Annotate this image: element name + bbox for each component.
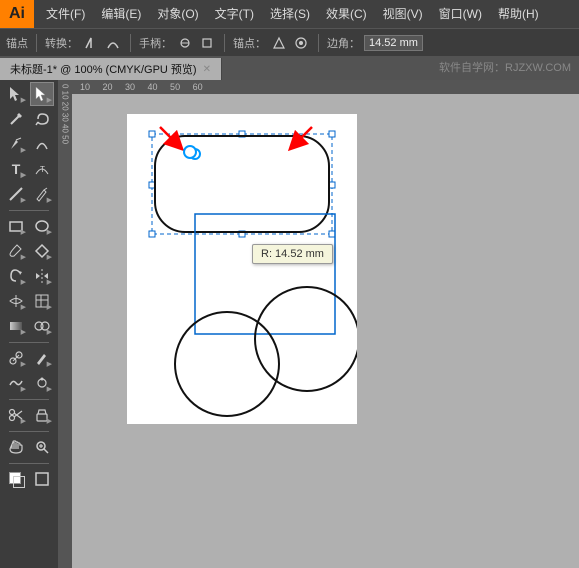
canvas-area: 0 10 20 30 40 50 60 0 10 20 30 40 50: [58, 80, 579, 568]
menu-view[interactable]: 视图(V): [375, 0, 431, 28]
tool-row-10: ▶ ▶: [0, 314, 58, 338]
toolbar-sep-1: [36, 34, 37, 52]
toolbar-convert-label: 转换：: [45, 35, 78, 51]
tool-row-fill: [0, 467, 58, 491]
menu-edit[interactable]: 编辑(E): [93, 0, 149, 28]
tool-row-8: ▶ ▶: [0, 264, 58, 288]
tab-label: 未标题-1* @ 100% (CMYK/GPU 预览): [10, 61, 197, 77]
shape-builder-tool[interactable]: ▶: [30, 314, 54, 338]
ellipse-tool[interactable]: ▶: [30, 214, 54, 238]
toolbar-corner-label: 边角：: [327, 35, 360, 51]
menu-object[interactable]: 对象(O): [149, 0, 206, 28]
toolbar-sep-3: [224, 34, 225, 52]
draw-mode-tool[interactable]: [30, 467, 54, 491]
vertical-ruler: 0 10 20 30 40 50: [58, 80, 72, 568]
tool-row-9: ▶ ▶: [0, 289, 58, 313]
type-tool[interactable]: T ▶: [4, 157, 28, 181]
toolbar-anchor-pt-label: 锚点：: [233, 35, 266, 51]
tool-row-14: [0, 435, 58, 459]
zoom-tool[interactable]: [30, 435, 54, 459]
red-arrow-topright: [287, 122, 317, 152]
blend-tool[interactable]: ▶: [4, 346, 28, 370]
live-paint-tool[interactable]: ▶: [30, 346, 54, 370]
tool-row-2: [0, 107, 58, 131]
menu-effect[interactable]: 效果(C): [318, 0, 375, 28]
line-tool[interactable]: ▶: [4, 182, 28, 206]
tool-sep-1: [9, 210, 49, 211]
radius-tooltip: R: 14.52 mm: [252, 244, 333, 264]
tool-row-4: T ▶ T: [0, 157, 58, 181]
toolbar-anchor-label: 锚点: [6, 35, 28, 51]
toolbar-handle-label: 手柄：: [139, 35, 172, 51]
anchor-icon-1[interactable]: [270, 34, 288, 52]
type-on-path-tool[interactable]: T: [30, 157, 54, 181]
tool-row-3: ▶: [0, 132, 58, 156]
width-tool[interactable]: ▶: [4, 289, 28, 313]
lasso-tool[interactable]: [30, 107, 54, 131]
pen-tool[interactable]: ▶: [4, 132, 28, 156]
scissors-tool[interactable]: ▶: [4, 403, 28, 427]
menubar: Ai 文件(F) 编辑(E) 对象(O) 文字(T) 选择(S) 效果(C) 视…: [0, 0, 579, 28]
canvas-surface[interactable]: R: 14.52 mm: [72, 94, 579, 568]
tool-row-5: ▶ ▶: [0, 182, 58, 206]
watermark: 软件自学网：RJZXW.COM: [439, 56, 579, 80]
rectangle-tool[interactable]: ▶: [4, 214, 28, 238]
toolbar: 锚点 转换： 手柄： 锚点： 边角： 14.52 mm: [0, 28, 579, 56]
menu-type[interactable]: 文字(T): [207, 0, 262, 28]
pencil-tool[interactable]: ▶: [30, 182, 54, 206]
corner-radius-value[interactable]: 14.52 mm: [364, 35, 423, 51]
handle-icon-2[interactable]: [198, 34, 216, 52]
toolbox: ▶ ▶ ▶ T: [0, 80, 58, 568]
tab-close-button[interactable]: ✕: [203, 64, 211, 75]
rotate-tool[interactable]: ▶: [4, 264, 28, 288]
direct-selection-tool[interactable]: ▶: [30, 82, 54, 106]
svg-text:T: T: [40, 165, 45, 174]
tool-row-12: ▶ ▶: [0, 371, 58, 395]
menu-window[interactable]: 窗口(W): [431, 0, 490, 28]
radius-value: R: 14.52 mm: [261, 248, 324, 260]
tool-row-7: ▶ ▶: [0, 239, 58, 263]
toolbar-sep-2: [130, 34, 131, 52]
fill-tool[interactable]: [4, 467, 28, 491]
convert-icon-2[interactable]: [104, 34, 122, 52]
mesh-tool[interactable]: ▶: [30, 289, 54, 313]
artwork-svg: [127, 114, 357, 424]
menu-help[interactable]: 帮助(H): [490, 0, 547, 28]
gradient-tool[interactable]: ▶: [4, 314, 28, 338]
selection-tool[interactable]: ▶: [4, 82, 28, 106]
shaper-tool[interactable]: ▶: [30, 239, 54, 263]
anchor-icon-2[interactable]: [292, 34, 310, 52]
horizontal-ruler: 0 10 20 30 40 50 60: [58, 80, 579, 94]
tool-row-11: ▶ ▶: [0, 346, 58, 370]
magic-wand-tool[interactable]: [4, 107, 28, 131]
warp-tool[interactable]: ▶: [4, 371, 28, 395]
handle-icon-1[interactable]: [176, 34, 194, 52]
tool-row-13: ▶ ▶: [0, 403, 58, 427]
red-arrow-topleft: [155, 122, 185, 152]
artboard: R: 14.52 mm: [127, 114, 357, 424]
menu-select[interactable]: 选择(S): [262, 0, 318, 28]
curvature-tool[interactable]: [30, 132, 54, 156]
tabbar: 未标题-1* @ 100% (CMYK/GPU 预览) ✕ 软件自学网：RJZX…: [0, 56, 579, 80]
document-tab[interactable]: 未标题-1* @ 100% (CMYK/GPU 预览) ✕: [0, 58, 222, 80]
eraser-tool[interactable]: ▶: [30, 403, 54, 427]
app-logo: Ai: [0, 0, 34, 28]
puppet-warp-tool[interactable]: ▶: [30, 371, 54, 395]
hand-tool[interactable]: [4, 435, 28, 459]
radius-handle-cursor: [182, 144, 198, 163]
reflect-tool[interactable]: ▶: [30, 264, 54, 288]
menu-items: 文件(F) 编辑(E) 对象(O) 文字(T) 选择(S) 效果(C) 视图(V…: [34, 0, 547, 28]
tool-sep-4: [9, 431, 49, 432]
tool-row-6: ▶ ▶: [0, 214, 58, 238]
main-area: ▶ ▶ ▶ T: [0, 80, 579, 568]
tool-sep-5: [9, 463, 49, 464]
tool-sep-3: [9, 399, 49, 400]
convert-icon-1[interactable]: [82, 34, 100, 52]
toolbar-sep-4: [318, 34, 319, 52]
tool-row-1: ▶ ▶: [0, 82, 58, 106]
menu-file[interactable]: 文件(F): [38, 0, 93, 28]
tool-sep-2: [9, 342, 49, 343]
paintbrush-tool[interactable]: ▶: [4, 239, 28, 263]
